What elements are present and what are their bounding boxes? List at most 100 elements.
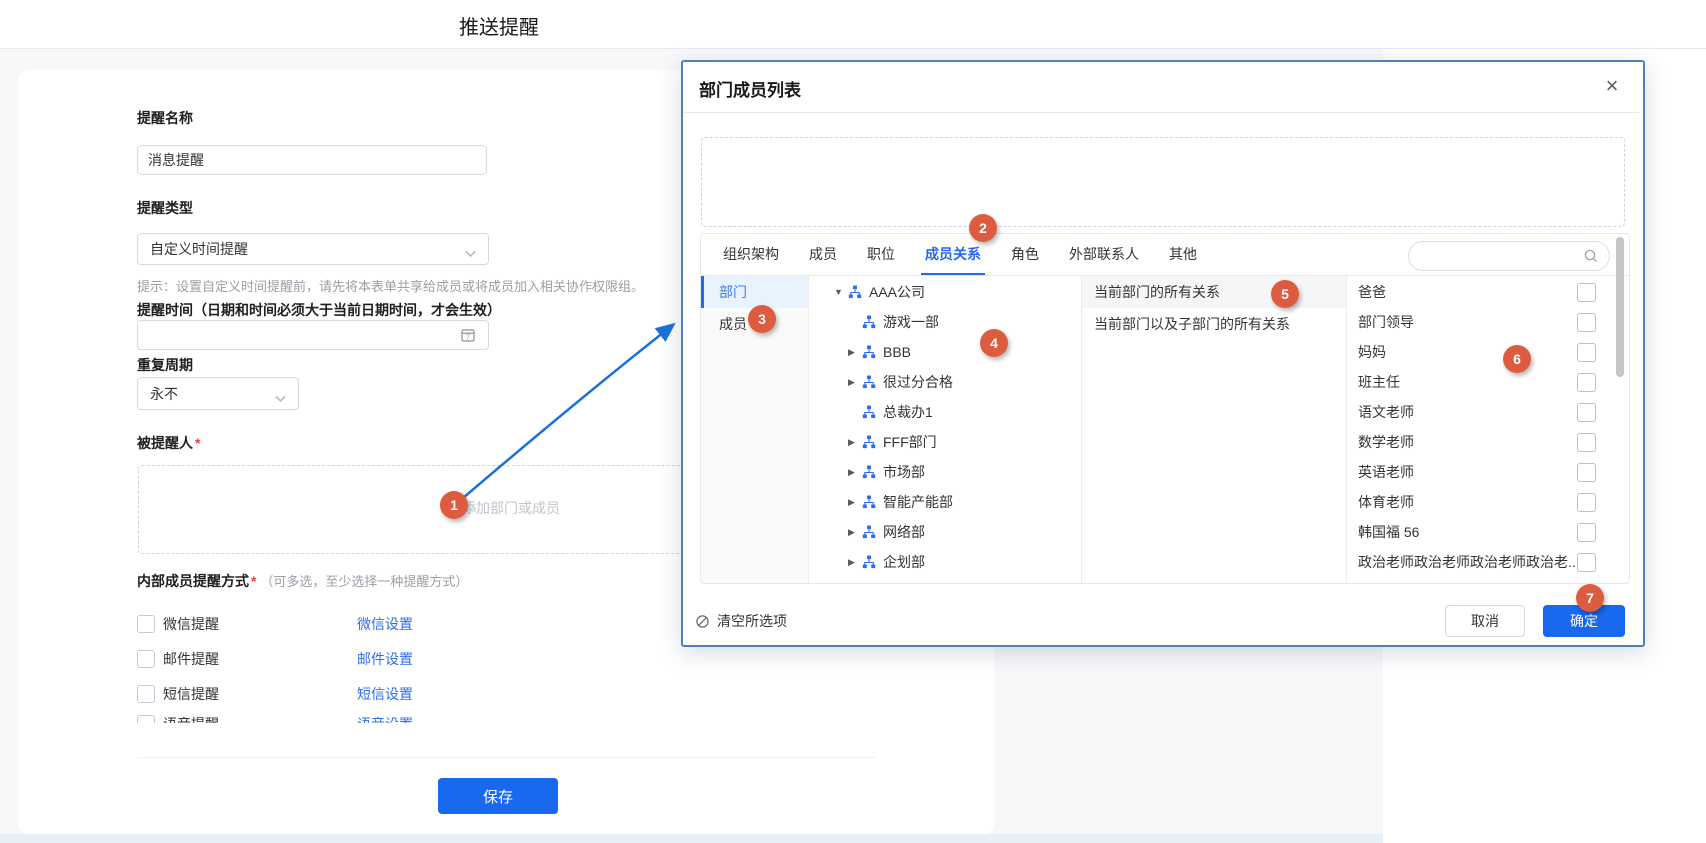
tab-item[interactable]: 角色 xyxy=(1011,234,1039,275)
tab-item[interactable]: 职位 xyxy=(867,234,895,275)
badge-7: 7 xyxy=(1576,584,1604,612)
person-checkbox[interactable] xyxy=(1577,553,1596,572)
calendar-icon[interactable]: 7 xyxy=(460,327,476,346)
relation-item[interactable]: 当前部门以及子部门的所有关系 xyxy=(1082,308,1346,340)
tree-row[interactable]: ▶ BBB xyxy=(808,337,1081,367)
person-checkbox[interactable] xyxy=(1577,283,1596,302)
tab-item[interactable]: 其他 xyxy=(1169,234,1197,275)
bottom-strip xyxy=(0,834,1383,843)
voice-settings-link[interactable]: 语音设置 xyxy=(357,714,413,723)
person-checkbox[interactable] xyxy=(1577,343,1596,362)
person-checkbox[interactable] xyxy=(1577,523,1596,542)
people-column: 爸爸 部门领导 妈妈 班主任 xyxy=(1346,276,1629,583)
chevron-down-icon xyxy=(465,245,476,261)
category-item[interactable]: 部门 xyxy=(701,276,808,308)
department-icon xyxy=(862,495,876,509)
search-input[interactable] xyxy=(1408,241,1610,271)
sms-checkbox[interactable] xyxy=(137,685,155,703)
department-icon xyxy=(862,315,876,329)
tree-row[interactable]: 总裁办1 xyxy=(808,397,1081,427)
tab-list: 组织架构 成员 职位 成员关系 角色 外部联系人 其他 xyxy=(723,234,1197,275)
person-checkbox[interactable] xyxy=(1577,433,1596,452)
person-name: 数学老师 xyxy=(1358,432,1414,452)
tab-item[interactable]: 组织架构 xyxy=(723,234,779,275)
member-picker-table: 组织架构 成员 职位 成员关系 角色 外部联系人 其他 xyxy=(700,233,1630,584)
tab-item[interactable]: 成员关系 xyxy=(925,234,981,275)
tree-row[interactable]: ▶ FFF部门 xyxy=(808,427,1081,457)
tab-item[interactable]: 外部联系人 xyxy=(1069,234,1139,275)
method-row-voice: 语音提醒 语音设置 xyxy=(137,712,557,723)
reminder-name-input[interactable] xyxy=(137,145,487,175)
person-row[interactable]: 政治老师政治老师政治老师政治老... xyxy=(1346,547,1629,577)
tree-row[interactable]: ▶ 网络部 xyxy=(808,517,1081,547)
person-checkbox[interactable] xyxy=(1577,403,1596,422)
department-name: 企划部 xyxy=(883,552,925,572)
tree-row[interactable]: ▶ 很过分合格 xyxy=(808,367,1081,397)
tree-caret-icon[interactable]: ▶ xyxy=(848,527,862,538)
person-name: 妈妈 xyxy=(1358,342,1386,362)
person-row[interactable]: 英语老师 xyxy=(1346,457,1629,487)
scrollbar-thumb[interactable] xyxy=(1616,237,1624,377)
close-icon[interactable]: × xyxy=(1598,72,1626,100)
sms-settings-link[interactable]: 短信设置 xyxy=(357,684,413,704)
cancel-button[interactable]: 取消 xyxy=(1445,605,1525,637)
voice-checkbox[interactable] xyxy=(137,715,155,723)
person-row[interactable]: 部门领导 xyxy=(1346,307,1629,337)
email-checkbox[interactable] xyxy=(137,650,155,668)
tree-caret-icon[interactable]: ▶ xyxy=(848,347,862,358)
tree-caret-icon[interactable]: ▶ xyxy=(848,497,862,508)
person-checkbox[interactable] xyxy=(1577,313,1596,332)
method-label: 邮件提醒 xyxy=(163,649,219,669)
person-row[interactable]: 语文老师 xyxy=(1346,397,1629,427)
email-settings-link[interactable]: 邮件设置 xyxy=(357,649,413,669)
department-tree-column: ▼ AAA公司 xyxy=(808,276,1082,583)
method-row-sms: 短信提醒 短信设置 xyxy=(137,682,557,706)
person-name: 韩国福 56 xyxy=(1358,522,1419,542)
person-row[interactable]: 体育老师 xyxy=(1346,487,1629,517)
tree-caret-icon[interactable]: ▼ xyxy=(834,287,848,297)
tree-caret-icon[interactable]: ▶ xyxy=(848,377,862,388)
clear-selection-button[interactable]: 清空所选项 xyxy=(695,605,787,637)
wechat-checkbox[interactable] xyxy=(137,615,155,633)
person-row[interactable]: 班主任 xyxy=(1346,367,1629,397)
badge-1: 1 xyxy=(440,491,468,519)
reminder-type-select[interactable]: 自定义时间提醒 xyxy=(137,233,489,265)
person-checkbox[interactable] xyxy=(1577,463,1596,482)
tree-row[interactable]: ▶ 企划部 xyxy=(808,547,1081,577)
reminder-type-value: 自定义时间提醒 xyxy=(150,239,248,259)
form-divider xyxy=(138,757,875,758)
person-row[interactable]: 妈妈 xyxy=(1346,337,1629,367)
person-name: 部门领导 xyxy=(1358,312,1414,332)
save-button[interactable]: 保存 xyxy=(438,778,558,814)
person-row[interactable]: 数学老师 xyxy=(1346,427,1629,457)
methods-note: （可多选，至少选择一种提醒方式） xyxy=(260,574,468,589)
relation-item[interactable]: 当前部门的所有关系 xyxy=(1082,276,1346,308)
person-name: 体育老师 xyxy=(1358,492,1414,512)
tree-caret-icon[interactable]: ▶ xyxy=(848,557,862,568)
reminder-name-label: 提醒名称 xyxy=(137,108,193,128)
required-asterisk: * xyxy=(251,573,256,589)
tree-row[interactable]: ▼ AAA公司 xyxy=(808,277,1081,307)
method-row-voice-clipped: 语音提醒 语音设置 xyxy=(137,706,557,723)
tree-row[interactable]: ▶ 市场部 xyxy=(808,457,1081,487)
tree-row[interactable]: ▶ 智能产能部 xyxy=(808,487,1081,517)
person-name: 爸爸 xyxy=(1358,282,1386,302)
person-checkbox[interactable] xyxy=(1577,493,1596,512)
top-bar xyxy=(0,0,1706,49)
wechat-settings-link[interactable]: 微信设置 xyxy=(357,614,413,634)
reminder-time-label: 提醒时间（日期和时间必须大于当前日期时间，才会生效） xyxy=(137,300,501,320)
tree-caret-icon[interactable]: ▶ xyxy=(848,437,862,448)
target-people-placeholder: 添加部门或成员 xyxy=(462,498,560,518)
repeat-cycle-select[interactable]: 永不 xyxy=(137,377,299,410)
person-checkbox[interactable] xyxy=(1577,373,1596,392)
selected-items-area[interactable] xyxy=(701,137,1625,227)
person-row[interactable]: 韩国福 56 xyxy=(1346,517,1629,547)
tree-caret-icon[interactable]: ▶ xyxy=(848,467,862,478)
person-row[interactable]: 爸爸 xyxy=(1346,277,1629,307)
reminder-time-input[interactable]: 7 xyxy=(137,320,489,350)
department-name: AAA公司 xyxy=(869,282,925,302)
tree-row[interactable]: 游戏一部 xyxy=(808,307,1081,337)
tab-item[interactable]: 成员 xyxy=(809,234,837,275)
department-icon xyxy=(848,285,862,299)
svg-text:7: 7 xyxy=(466,335,470,342)
